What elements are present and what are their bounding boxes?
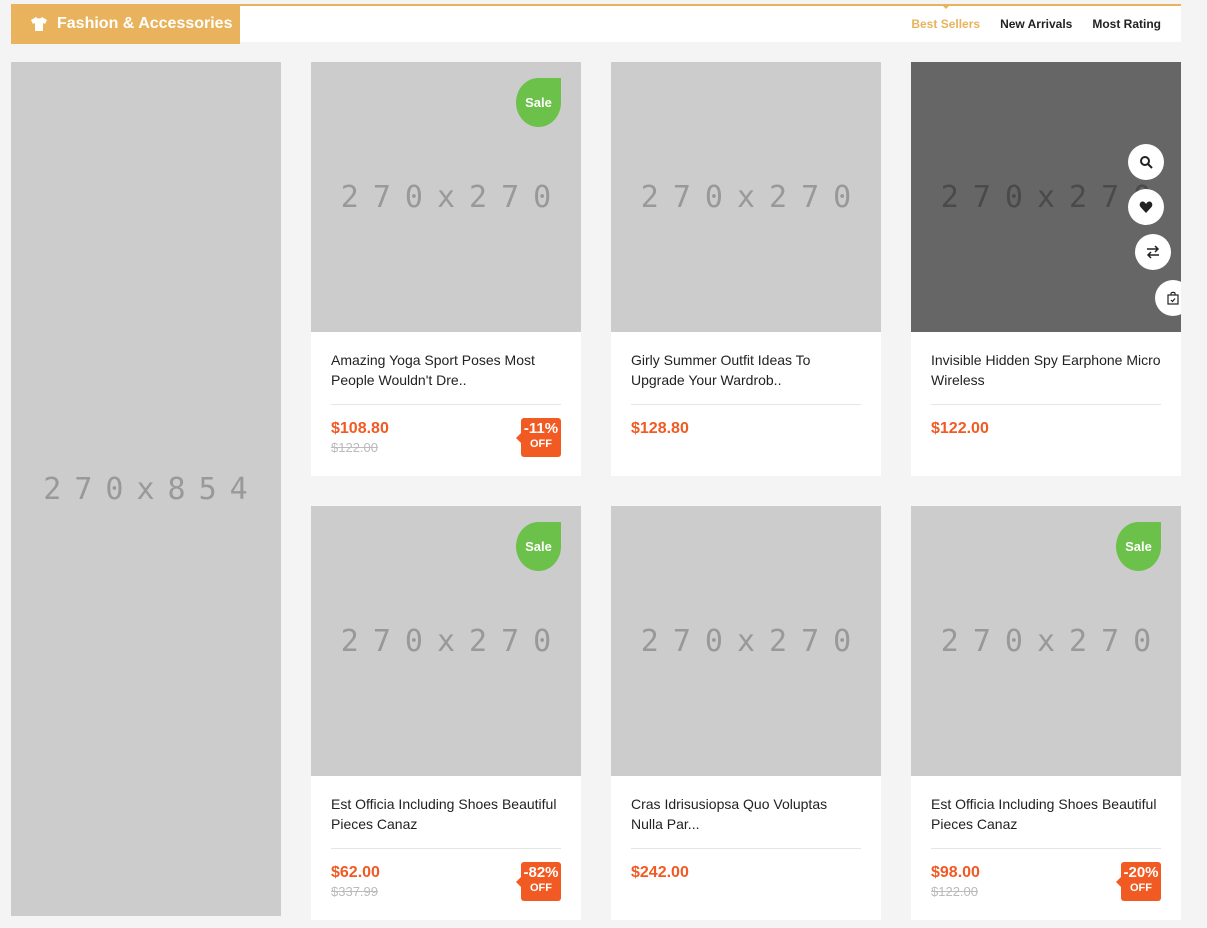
product-image[interactable]: 270x270	[611, 506, 881, 776]
divider	[931, 848, 1161, 849]
discount-percent: -82%	[523, 864, 559, 881]
tab-most-rating[interactable]: Most Rating	[1092, 17, 1161, 31]
search-icon	[1140, 156, 1153, 169]
product-title[interactable]: Est Officia Including Shoes Beautiful Pi…	[331, 794, 561, 834]
product-old-price: $122.00	[931, 884, 978, 899]
image-placeholder-text: 270x270	[940, 623, 1166, 659]
product-card[interactable]: 270x270 Cras Idrisusiopsa Quo Voluptas N…	[611, 506, 881, 920]
product-card[interactable]: 270x270 Sale Amazing Yoga Sport Poses Mo…	[311, 62, 581, 476]
category-title-tab: Fashion & Accessories	[11, 4, 240, 44]
image-placeholder-text: 270x270	[640, 623, 866, 659]
banner-placeholder-text: 270x854	[43, 471, 261, 507]
discount-badge: -11% OFF	[516, 418, 561, 457]
sale-badge: Sale	[516, 78, 561, 127]
wishlist-button[interactable]	[1128, 189, 1164, 225]
product-price: $128.80	[631, 420, 689, 437]
product-title[interactable]: Invisible Hidden Spy Earphone Micro Wire…	[931, 350, 1161, 390]
sale-badge: Sale	[516, 522, 561, 571]
product-image[interactable]: 270x270 Sale	[311, 62, 581, 332]
quick-view-button[interactable]	[1128, 144, 1164, 180]
divider	[631, 848, 861, 849]
compare-button[interactable]	[1135, 234, 1171, 270]
product-card[interactable]: 270x270 Sale Est Officia Including Shoes…	[911, 506, 1181, 920]
divider	[331, 848, 561, 849]
sale-badge: Sale	[1116, 522, 1161, 571]
image-placeholder-text: 270x270	[340, 179, 566, 215]
product-card[interactable]: 270x270 Sale Est Officia Including Shoes…	[311, 506, 581, 920]
divider	[931, 404, 1161, 405]
category-title: Fashion & Accessories	[57, 15, 233, 32]
product-price: $122.00	[931, 420, 989, 437]
product-image[interactable]: 270x270	[611, 62, 881, 332]
divider	[331, 404, 561, 405]
side-banner-image[interactable]: 270x854	[11, 62, 281, 916]
section-header: Fashion & Accessories Best Sellers New A…	[11, 4, 1181, 44]
discount-label: OFF	[1130, 882, 1152, 894]
product-tabs: Best Sellers New Arrivals Most Rating	[911, 5, 1161, 42]
discount-badge: -20% OFF	[1116, 862, 1161, 901]
product-price: $98.00	[931, 864, 980, 881]
discount-percent: -20%	[1123, 864, 1159, 881]
product-card[interactable]: 270x270 Invisible Hidden Spy Earphone Mi…	[911, 62, 1181, 476]
product-image[interactable]: 270x270 Sale	[311, 506, 581, 776]
compare-icon	[1146, 245, 1160, 259]
divider	[631, 404, 861, 405]
product-card[interactable]: 270x270 Girly Summer Outfit Ideas To Upg…	[611, 62, 881, 476]
product-title[interactable]: Girly Summer Outfit Ideas To Upgrade You…	[631, 350, 861, 390]
product-price: $242.00	[631, 864, 689, 881]
product-image[interactable]: 270x270	[911, 62, 1181, 332]
shirt-icon	[31, 17, 47, 31]
tab-new-arrivals[interactable]: New Arrivals	[1000, 17, 1072, 31]
product-price: $62.00	[331, 864, 380, 881]
add-to-cart-button[interactable]	[1155, 280, 1181, 316]
product-title[interactable]: Amazing Yoga Sport Poses Most People Wou…	[331, 350, 561, 390]
product-price: $108.80	[331, 420, 389, 437]
shopping-bag-icon	[1167, 291, 1179, 305]
product-title[interactable]: Cras Idrisusiopsa Quo Voluptas Nulla Par…	[631, 794, 861, 834]
tab-best-sellers[interactable]: Best Sellers	[911, 5, 980, 31]
product-old-price: $337.99	[331, 884, 378, 899]
heart-icon	[1139, 201, 1153, 213]
image-placeholder-text: 270x270	[340, 623, 566, 659]
product-old-price: $122.00	[331, 440, 378, 455]
discount-label: OFF	[530, 882, 552, 894]
product-title[interactable]: Est Officia Including Shoes Beautiful Pi…	[931, 794, 1161, 834]
discount-label: OFF	[530, 438, 552, 450]
image-placeholder-text: 270x270	[640, 179, 866, 215]
discount-percent: -11%	[523, 420, 559, 437]
discount-badge: -82% OFF	[516, 862, 561, 901]
product-image[interactable]: 270x270 Sale	[911, 506, 1181, 776]
